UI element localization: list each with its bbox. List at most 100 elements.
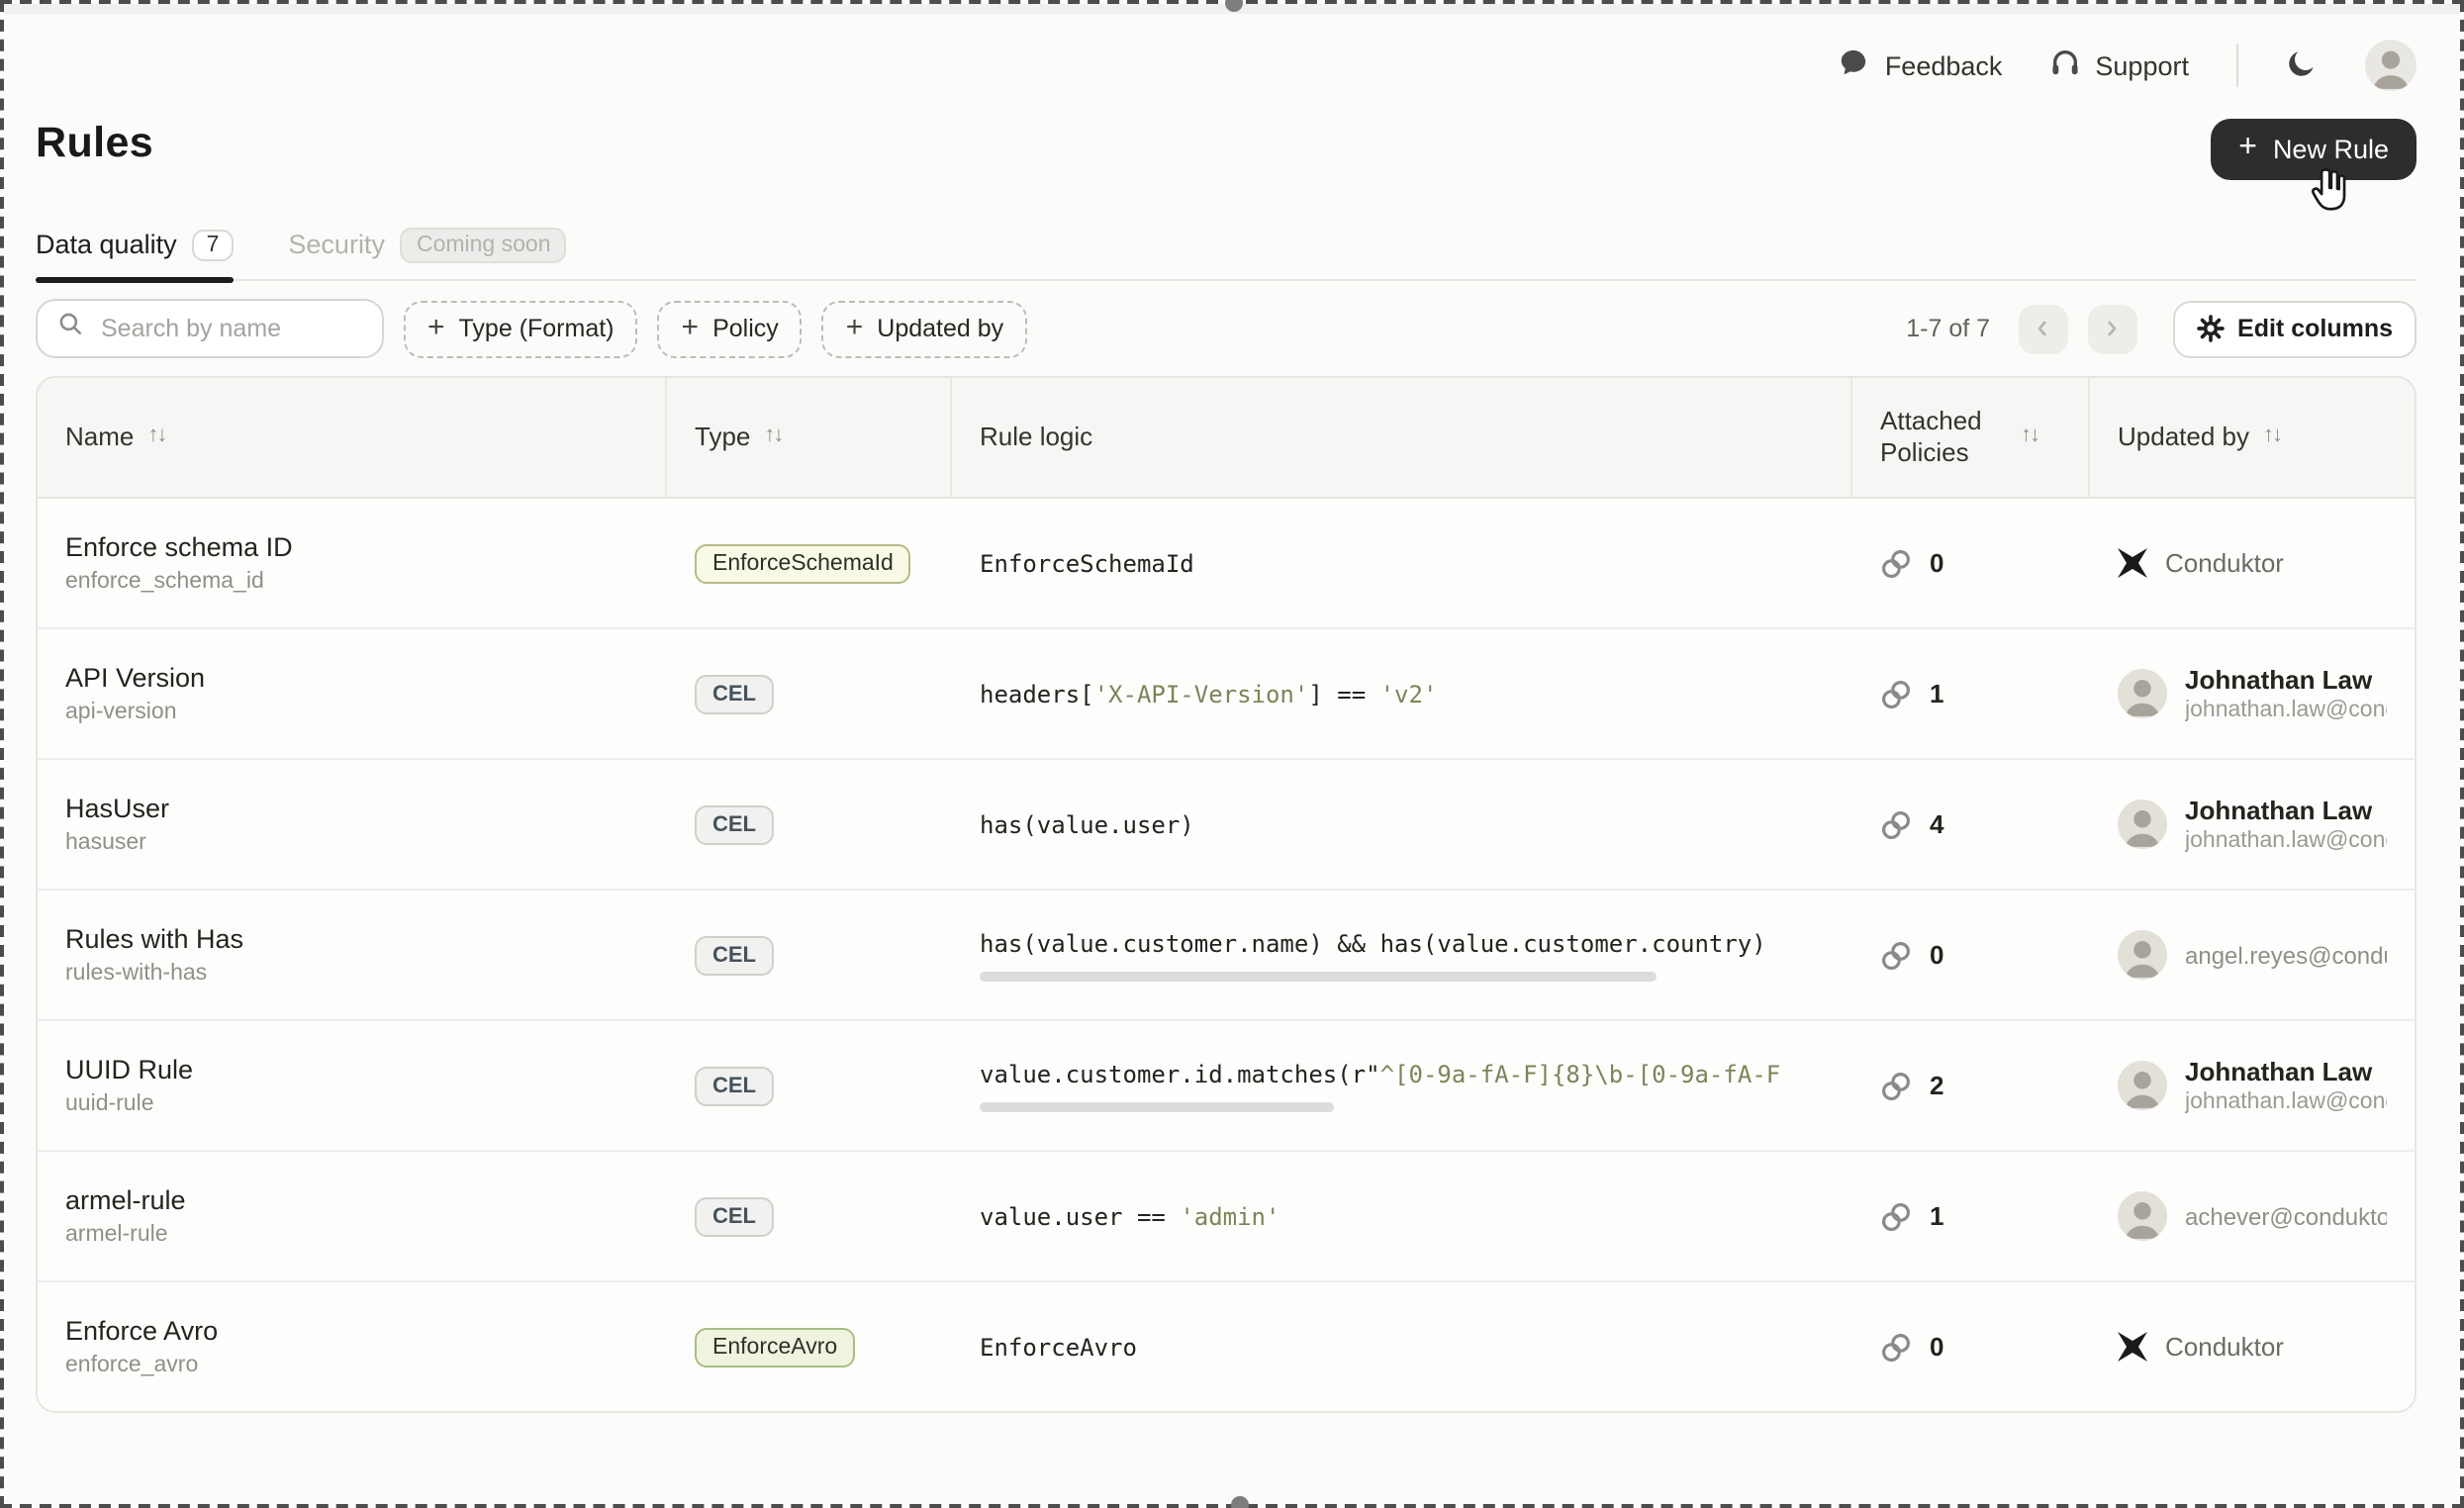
rule-slug: armel-rule — [65, 1223, 168, 1247]
rule-slug: uuid-rule — [65, 1092, 154, 1116]
chevron-right-icon — [2100, 317, 2124, 340]
support-button[interactable]: Support — [2049, 47, 2189, 83]
rule-name: Rules with Has — [65, 924, 243, 954]
table-header: Name ↑↓ Type ↑↓ Rule logic Attached Poli… — [38, 378, 2415, 499]
policy-count: 0 — [1930, 548, 1943, 578]
column-header-attached-policies[interactable]: Attached Policies ↑↓ — [1852, 378, 2090, 497]
updated-by-email: angel.reyes@condukto — [2185, 941, 2387, 969]
filter-type-format-button[interactable]: + Type (Format) — [404, 300, 638, 357]
updated-by-email: johnathan.law@condu — [2185, 699, 2387, 722]
support-label: Support — [2095, 50, 2189, 80]
user-avatar[interactable] — [2365, 40, 2417, 91]
filter-policy-button[interactable]: + Policy — [658, 300, 803, 357]
plus-icon: + — [846, 313, 864, 342]
column-header-name[interactable]: Name ↑↓ — [38, 378, 667, 497]
theme-toggle-button[interactable] — [2286, 47, 2318, 84]
rule-name: HasUser — [65, 794, 169, 823]
pagination-range: 1-7 of 7 — [1906, 315, 1990, 342]
link-icon — [1880, 1200, 1912, 1232]
user-silhouette-icon — [2118, 1191, 2167, 1241]
table-row[interactable]: Enforce schema ID enforce_schema_id Enfo… — [38, 499, 2415, 629]
user-silhouette-icon — [2365, 40, 2417, 91]
rule-logic: has(value.customer.name) && has(value.cu… — [980, 929, 1766, 957]
selection-handle-bottom[interactable] — [1231, 1496, 1249, 1508]
tab-security[interactable]: Security Coming soon — [288, 210, 566, 279]
table-row[interactable]: UUID Rule uuid-rule CEL value.customer.i… — [38, 1021, 2415, 1152]
search-box — [36, 299, 384, 358]
rule-logic: EnforceAvro — [980, 1333, 1137, 1361]
column-header-type[interactable]: Type ↑↓ — [667, 378, 952, 497]
conduktor-logo — [2118, 1332, 2147, 1362]
topbar: Feedback Support — [1840, 40, 2417, 91]
column-header-updated-by[interactable]: Updated by ↑↓ — [2090, 378, 2415, 497]
user-avatar — [2118, 800, 2167, 849]
sort-icon: ↑↓ — [764, 424, 782, 451]
coming-soon-badge: Coming soon — [401, 227, 567, 262]
filter-label: Updated by — [877, 315, 1003, 342]
edit-columns-button[interactable]: Edit columns — [2172, 300, 2417, 357]
horizontal-scrollbar[interactable] — [980, 1101, 1334, 1111]
rule-name: Enforce Avro — [65, 1316, 218, 1346]
rule-slug: hasuser — [65, 831, 146, 855]
chevron-left-icon — [2031, 317, 2054, 340]
user-silhouette-icon — [2118, 669, 2167, 718]
updated-by-name: Johnathan Law — [2185, 665, 2387, 695]
rule-name: armel-rule — [65, 1185, 186, 1215]
updated-by-email: johnathan.law@condu — [2185, 1090, 2387, 1114]
plus-icon: + — [2238, 133, 2257, 164]
user-avatar — [2118, 1191, 2167, 1241]
user-avatar — [2118, 930, 2167, 980]
updated-by-email: johnathan.law@condu — [2185, 829, 2387, 853]
tab-bar: Data quality 7 Security Coming soon — [36, 210, 2417, 281]
pagination-next-button[interactable] — [2087, 304, 2136, 353]
policy-count: 0 — [1930, 1332, 1943, 1362]
table-row[interactable]: Enforce Avro enforce_avro EnforceAvro En… — [38, 1282, 2415, 1411]
link-icon — [1880, 939, 1912, 971]
sort-icon: ↑↓ — [147, 424, 165, 451]
rule-slug: enforce_schema_id — [65, 570, 264, 594]
link-icon — [1880, 808, 1912, 840]
type-badge: CEL — [695, 1066, 774, 1105]
new-rule-button[interactable]: + New Rule — [2211, 119, 2417, 180]
table-row[interactable]: HasUser hasuser CEL has(value.user) 4 Jo… — [38, 760, 2415, 891]
rule-logic: has(value.user) — [980, 810, 1194, 838]
user-silhouette-icon — [2118, 800, 2167, 849]
type-badge: EnforceAvro — [695, 1327, 855, 1367]
policy-count: 4 — [1930, 809, 1943, 839]
edit-columns-label: Edit columns — [2237, 315, 2393, 342]
horizontal-scrollbar[interactable] — [980, 971, 1657, 981]
updated-by-name: Johnathan Law — [2185, 1057, 2387, 1086]
rule-slug: api-version — [65, 701, 177, 724]
policy-count: 1 — [1930, 679, 1943, 708]
feedback-button[interactable]: Feedback — [1840, 47, 2003, 83]
user-avatar — [2118, 669, 2167, 718]
toolbar: + Type (Format) + Policy + Updated by 1-… — [36, 299, 2417, 358]
filter-label: Policy — [712, 315, 779, 342]
page-title: Rules — [36, 119, 153, 168]
table-row[interactable]: Rules with Has rules-with-has CEL has(va… — [38, 891, 2415, 1021]
link-icon — [1880, 678, 1912, 709]
tab-count-badge: 7 — [193, 229, 234, 260]
type-badge: CEL — [695, 935, 774, 975]
rule-logic: value.user == 'admin' — [980, 1202, 1279, 1230]
table-row[interactable]: API Version api-version CEL headers['X-A… — [38, 629, 2415, 760]
pagination-prev-button[interactable] — [2018, 304, 2067, 353]
filter-label: Type (Format) — [459, 315, 615, 342]
tab-data-quality[interactable]: Data quality 7 — [36, 210, 233, 279]
rule-slug: rules-with-has — [65, 962, 207, 986]
rule-slug: enforce_avro — [65, 1354, 198, 1377]
user-silhouette-icon — [2118, 930, 2167, 980]
table-row[interactable]: armel-rule armel-rule CEL value.user == … — [38, 1152, 2415, 1282]
rule-logic: EnforceSchemaId — [980, 549, 1194, 577]
policy-count: 2 — [1930, 1071, 1943, 1100]
plus-icon: + — [427, 313, 445, 342]
topbar-divider — [2236, 44, 2238, 87]
filter-updated-by-button[interactable]: + Updated by — [822, 300, 1027, 357]
updated-by-name: Conduktor — [2165, 548, 2284, 578]
tab-label: Security — [288, 230, 385, 259]
user-avatar — [2118, 1061, 2167, 1110]
gear-icon — [2196, 315, 2224, 342]
column-header-rule-logic: Rule logic — [952, 378, 1852, 497]
plus-icon: + — [682, 313, 700, 342]
search-input[interactable] — [97, 313, 362, 344]
